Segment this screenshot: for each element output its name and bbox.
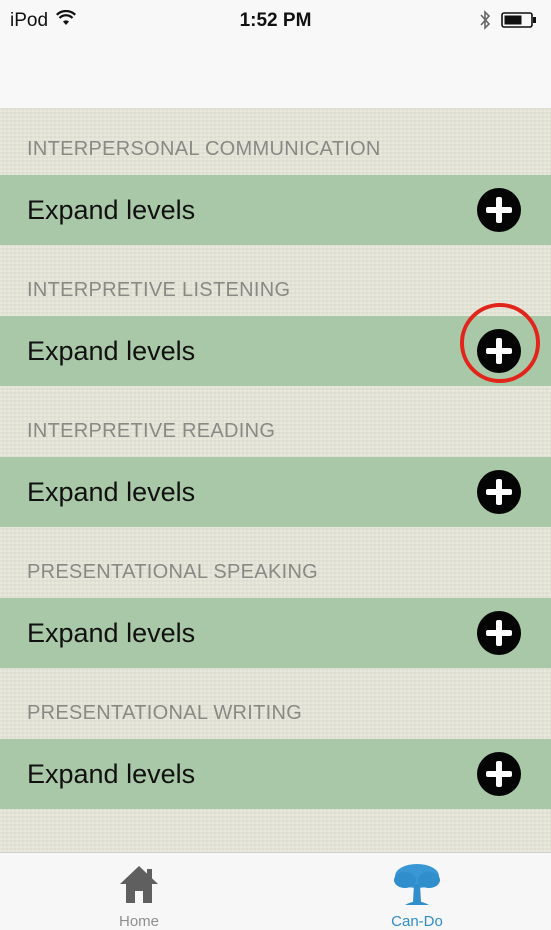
section-title: PRESENTATIONAL WRITING [27,702,303,724]
expand-row[interactable]: Expand levels [0,457,551,527]
status-bar: iPod 1:52 PM [0,0,551,42]
plus-circle-icon[interactable] [476,328,522,374]
expand-label: Expand levels [27,477,196,507]
expand-row[interactable]: Expand levels [0,739,551,809]
section-presentational-speaking: PRESENTATIONAL SPEAKING Expand levels [0,531,551,672]
plus-circle-icon[interactable] [476,187,522,233]
home-icon [117,863,161,910]
section-title: INTERPRETIVE READING [27,420,276,442]
expand-label: Expand levels [27,336,196,366]
content-area: INTERPERSONAL COMMUNICATION Expand level… [0,108,551,852]
tab-home[interactable]: Home [79,859,199,930]
tab-label: Can-Do [391,913,443,930]
bluetooth-icon [479,10,491,35]
tree-icon [391,861,443,914]
expand-label: Expand levels [27,759,196,789]
plus-circle-icon[interactable] [476,751,522,797]
tab-can-do[interactable]: Can-Do [357,859,477,930]
section-title: INTERPRETIVE LISTENING [27,279,291,301]
section-presentational-writing: PRESENTATIONAL WRITING Expand levels [0,672,551,813]
tab-label: Home [118,913,159,930]
expand-label: Expand levels [27,618,196,648]
expand-row[interactable]: Expand levels [0,316,551,386]
status-right [479,10,537,35]
section-title: PRESENTATIONAL SPEAKING [27,561,319,583]
status-time: 1:52 PM [239,10,312,31]
battery-icon [501,11,537,34]
tab-bar: Home Can-Do [0,852,551,930]
expand-label: Expand levels [27,195,196,225]
plus-circle-icon[interactable] [476,610,522,656]
plus-circle-icon[interactable] [476,469,522,515]
expand-row[interactable]: Expand levels [0,175,551,245]
section-interpretive-listening: INTERPRETIVE LISTENING Expand levels [0,249,551,390]
expand-row[interactable]: Expand levels [0,598,551,668]
section-title: INTERPERSONAL COMMUNICATION [27,138,381,160]
section-interpretive-reading: INTERPRETIVE READING Expand levels [0,390,551,531]
navigation-bar [0,42,551,109]
section-interpersonal-communication: INTERPERSONAL COMMUNICATION Expand level… [0,108,551,249]
